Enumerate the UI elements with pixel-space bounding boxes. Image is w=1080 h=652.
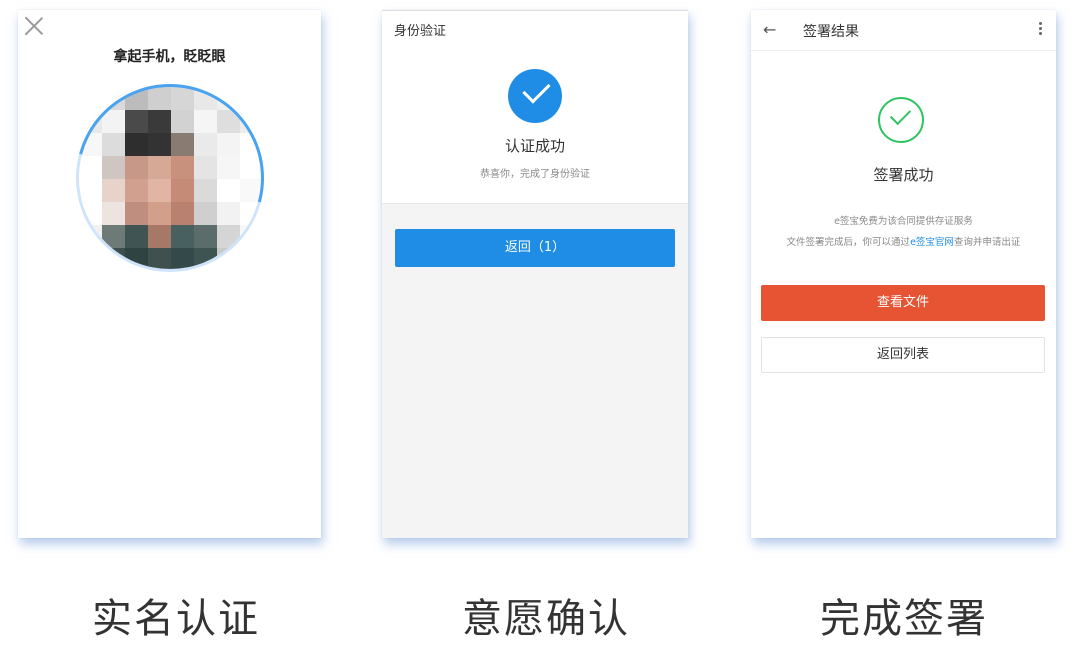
- notice-prefix: 文件签署完成后，你可以通过: [786, 237, 911, 248]
- notice-line-2: 文件签署完成后，你可以通过e签宝官网查询并申请出证: [751, 234, 1056, 248]
- result-card: 认证成功 恭喜你，完成了身份验证: [382, 47, 688, 204]
- back-to-list-button[interactable]: 返回列表: [761, 337, 1045, 373]
- header-bar: 身份验证: [382, 10, 688, 48]
- face-verify-instruction: 拿起手机，眨眨眼: [113, 49, 226, 65]
- back-arrow-icon[interactable]: ←: [763, 20, 776, 39]
- caption-step-2: 意愿确认: [462, 596, 630, 642]
- success-title: 签署成功: [873, 166, 934, 184]
- success-subtitle: 恭喜你，完成了身份验证: [480, 169, 590, 180]
- check-circle-icon: [508, 69, 562, 123]
- official-site-link[interactable]: e签宝官网: [910, 237, 954, 248]
- notice-suffix: 查询并申请出证: [953, 237, 1021, 248]
- success-title: 认证成功: [504, 137, 565, 155]
- header-bar: ← 签署结果: [751, 10, 1056, 51]
- face-verify-screen: 拿起手机，眨眨眼: [18, 10, 321, 538]
- header-title: 身份验证: [394, 24, 447, 39]
- close-icon[interactable]: [24, 16, 44, 36]
- view-file-button[interactable]: 查看文件: [761, 285, 1045, 321]
- identity-result-screen: 身份验证 认证成功 恭喜你，完成了身份验证 返回（1）: [382, 10, 688, 538]
- sign-result-screen: ← 签署结果 签署成功 e签宝免费为该合同提供存证服务 文件签署完成后，你可以通…: [751, 10, 1056, 538]
- check-circle-outline-icon: [878, 97, 924, 143]
- return-button[interactable]: 返回（1）: [395, 229, 675, 267]
- caption-step-3: 完成签署: [820, 596, 988, 642]
- caption-step-1: 实名认证: [92, 596, 260, 642]
- notice-line-1: e签宝免费为该合同提供存证服务: [834, 216, 973, 227]
- more-vertical-icon[interactable]: [1039, 22, 1042, 38]
- header-title: 签署结果: [803, 24, 859, 40]
